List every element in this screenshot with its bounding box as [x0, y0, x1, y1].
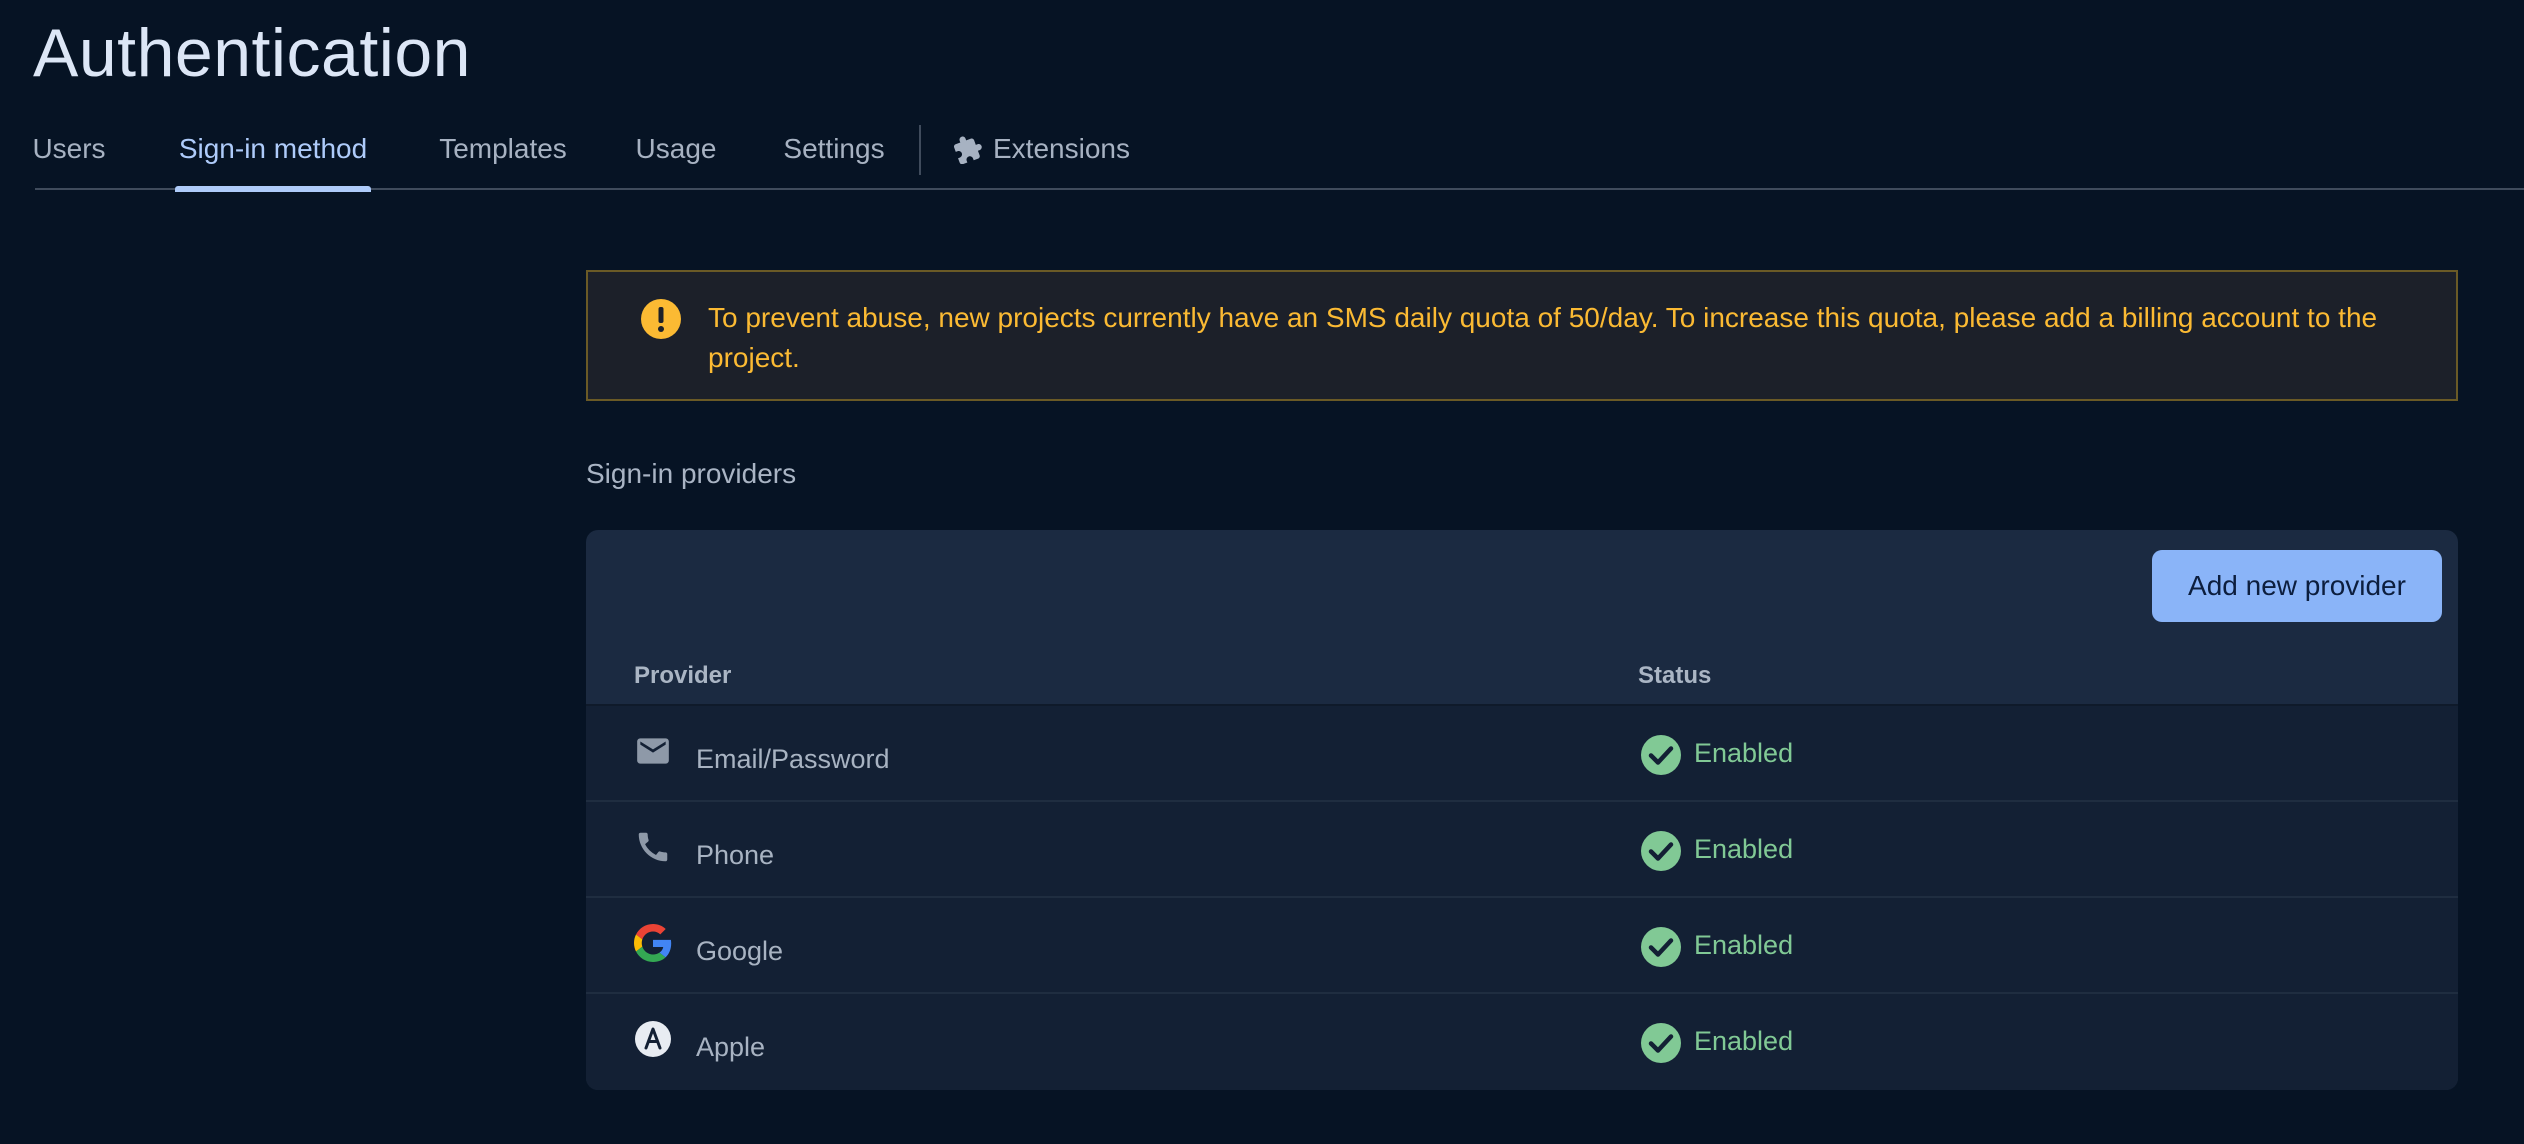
alert-message: To prevent abuse, new projects currently… — [708, 302, 2378, 373]
column-header-provider: Provider — [634, 662, 732, 689]
tab-sign-in-method[interactable]: Sign-in method — [175, 122, 371, 192]
tab-usage[interactable]: Usage — [635, 122, 717, 190]
add-new-provider-button[interactable]: Add new provider — [2152, 550, 2442, 622]
tab-divider — [919, 125, 921, 175]
providers-card: Add new provider Provider Status Email/P… — [586, 530, 2458, 1090]
check-circle-icon — [1641, 735, 1681, 775]
tab-users[interactable]: Users — [32, 122, 105, 190]
section-title: Sign-in providers — [586, 458, 797, 489]
phone-icon — [638, 832, 668, 862]
tab-templates[interactable]: Templates — [435, 122, 571, 190]
provider-name: Phone — [696, 840, 775, 870]
provider-name: Email/Password — [696, 744, 890, 774]
column-header-status: Status — [1638, 662, 1712, 689]
apple-icon — [635, 1021, 671, 1057]
google-icon — [634, 924, 672, 962]
status-badge: Enabled — [1694, 738, 1794, 768]
puzzle-icon — [953, 136, 982, 164]
table-row[interactable]: Google Enabled — [586, 898, 2458, 994]
status-badge: Enabled — [1694, 1026, 1794, 1056]
page-title: Authentication — [33, 15, 471, 91]
email-icon — [637, 738, 669, 764]
tab-extensions-label: Extensions — [993, 133, 1130, 164]
table-header: Provider Status — [586, 642, 2458, 706]
provider-name: Google — [696, 936, 784, 966]
status-badge: Enabled — [1694, 834, 1794, 864]
sms-quota-alert: To prevent abuse, new projects currently… — [586, 270, 2458, 401]
status-badge: Enabled — [1694, 930, 1794, 960]
table-row[interactable]: Phone Enabled — [586, 802, 2458, 898]
warning-icon — [641, 299, 681, 339]
table-row[interactable]: Email/Password Enabled — [586, 706, 2458, 802]
provider-name: Apple — [696, 1032, 766, 1062]
check-circle-icon — [1641, 831, 1681, 871]
providers-table: Provider Status Email/Password Enabled P… — [586, 642, 2458, 1090]
tab-settings[interactable]: Settings — [781, 122, 887, 190]
tab-bar: Users Sign-in method Templates Usage Set… — [32, 122, 2524, 192]
tab-extensions[interactable]: Extensions — [953, 122, 1130, 190]
check-circle-icon — [1641, 927, 1681, 967]
card-toolbar: Add new provider — [586, 530, 2458, 642]
check-circle-icon — [1641, 1023, 1681, 1063]
table-row[interactable]: Apple Enabled — [586, 994, 2458, 1090]
